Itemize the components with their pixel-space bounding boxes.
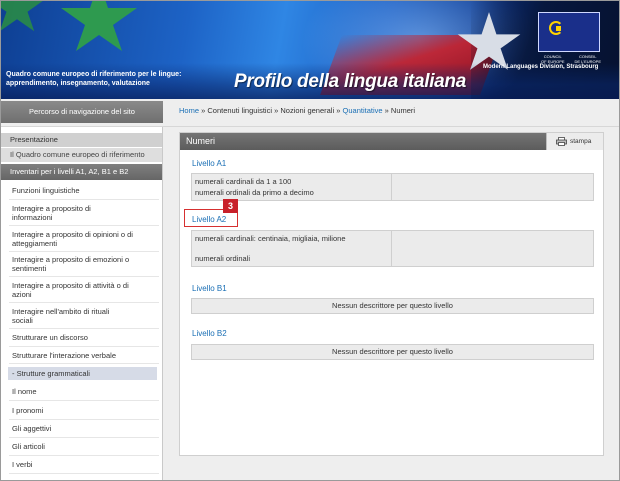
council-of-europe-caption: COUNCIL OF EUROPE CONSEIL DE L'EUROPE: [541, 54, 601, 64]
sidebar-item-informazioni[interactable]: Interagire a proposito di informazioni: [12, 204, 157, 222]
level-b2-link[interactable]: Livello B2: [192, 329, 227, 338]
sidebar-item-nome[interactable]: Il nome: [12, 387, 157, 396]
sidebar-item-quadro[interactable]: Il Quadro comune europeo di riferimento: [1, 148, 162, 162]
division-label: Modern Languages Division, Strasbourg: [483, 64, 599, 70]
page-title: Profilo della lingua italiana: [234, 71, 467, 92]
sidebar: Presentazione Il Quadro comune europeo d…: [1, 127, 163, 480]
site-navigation-heading: Percorso di navigazione del sito: [1, 101, 163, 123]
descriptor-line: numerali cardinali da 1 a 100: [195, 177, 292, 186]
sidebar-item-aggettivi[interactable]: Gli aggettivi: [12, 424, 157, 433]
banner-star-icon: [61, 1, 137, 51]
council-of-europe-logo: [538, 12, 600, 52]
level-a2-descriptors: numerali cardinali: centinaia, migliaia,…: [191, 230, 594, 267]
level-b1-link[interactable]: Livello B1: [192, 284, 227, 293]
sidebar-item-rituali[interactable]: Interagire nell'ambito di rituali social…: [12, 307, 157, 325]
sidebar-item-emozioni[interactable]: Interagire a proposito di emozioni o sen…: [12, 255, 157, 273]
descriptor-line: numerali cardinali: centinaia, migliaia,…: [195, 234, 346, 243]
printer-icon: [556, 137, 567, 146]
content-panel: Numeri stampa Livello A1 numerali cardin…: [179, 132, 604, 456]
site-banner: Quadro comune europeo di riferimento per…: [1, 1, 619, 99]
banner-silver-star-icon: [457, 12, 521, 70]
descriptor-line: numerali ordinali: [195, 254, 251, 263]
breadcrumb-current: Numeri: [390, 106, 416, 115]
print-button[interactable]: stampa: [546, 133, 603, 150]
sidebar-item-inventari[interactable]: Inventari per i livelli A1, A2, B1 e B2: [1, 164, 162, 180]
level-b2-empty: Nessun descrittore per questo livello: [191, 344, 594, 360]
sidebar-item-presentazione[interactable]: Presentazione: [1, 133, 162, 147]
breadcrumb-home[interactable]: Home: [179, 106, 199, 115]
panel-title: Numeri: [186, 136, 216, 146]
sidebar-item-funzioni[interactable]: Funzioni linguistiche: [12, 186, 157, 195]
level-a2-link[interactable]: Livello A2: [192, 215, 226, 224]
sidebar-item-verbi[interactable]: I verbi: [12, 460, 157, 469]
level-a1-descriptors: numerali cardinali da 1 a 100 numerali o…: [191, 173, 594, 201]
sidebar-item-articoli[interactable]: Gli articoli: [12, 442, 157, 451]
sidebar-item-discorso[interactable]: Strutturare un discorso: [12, 333, 157, 342]
step-badge: 3: [223, 199, 238, 213]
breadcrumb-contenuti: Contenuti linguistici: [207, 106, 272, 115]
level-a1-link[interactable]: Livello A1: [192, 159, 226, 168]
sidebar-item-pronomi[interactable]: I pronomi: [12, 406, 157, 415]
framework-title: Quadro comune europeo di riferimento per…: [6, 71, 182, 87]
breadcrumb: Home » Contenuti linguistici » Nozioni g…: [179, 106, 416, 115]
breadcrumb-nozioni: Nozioni generali: [280, 106, 335, 115]
level-b1-empty: Nessun descrittore per questo livello: [191, 298, 594, 314]
banner-star-icon-2: [1, 1, 43, 32]
sidebar-item-attivita[interactable]: Interagire a proposito di attività o di …: [12, 281, 157, 299]
panel-header: Numeri stampa: [180, 133, 603, 150]
sidebar-item-strutture-grammaticali[interactable]: - Strutture grammaticali: [8, 367, 157, 380]
breadcrumb-quantitative[interactable]: Quantitative: [343, 106, 383, 115]
browser-page: Quadro comune europeo di riferimento per…: [0, 0, 620, 481]
sidebar-item-interazione[interactable]: Strutturare l'interazione verbale: [12, 351, 157, 360]
sidebar-item-opinioni[interactable]: Interagire a proposito di opinioni o di …: [12, 230, 157, 248]
descriptor-line: numerali ordinali da primo a decimo: [195, 188, 314, 197]
